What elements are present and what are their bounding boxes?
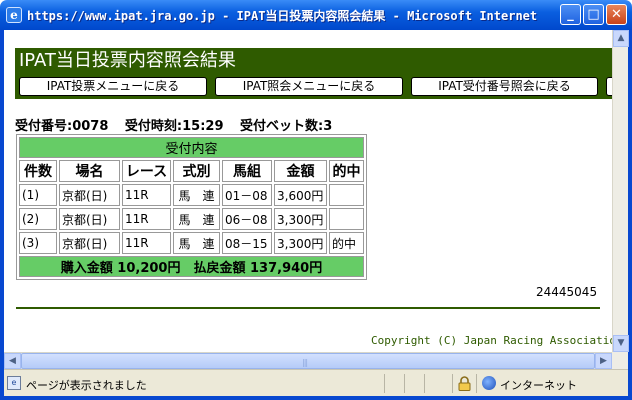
scroll-grip-icon: |||	[302, 358, 308, 367]
purchase-payout-total: 購入金額 10,200円 払戻金額 137,940円	[19, 256, 364, 277]
window-titlebar[interactable]: e https://www.ipat.jra.go.jp - IPAT当日投票内…	[0, 0, 632, 30]
scroll-down-icon[interactable]: ▼	[613, 335, 629, 352]
lock-icon	[458, 376, 471, 391]
divider	[16, 307, 600, 309]
cell-hit: 的中	[329, 232, 364, 254]
table-row: (1) 京都(日) 11R 馬 連 01－08 3,600円	[19, 184, 364, 206]
scroll-right-icon[interactable]: ▶	[595, 353, 612, 369]
col-header-venue: 場名	[59, 160, 120, 182]
receipt-summary: 受付番号:0078 受付時刻:15:29 受付ベット数:3	[15, 115, 344, 134]
status-divider	[404, 374, 405, 393]
table-row: (3) 京都(日) 11R 馬 連 08－15 3,300円 的中	[19, 232, 364, 254]
cell-hit	[329, 184, 364, 206]
maximize-button[interactable]: □	[583, 4, 604, 25]
cell-hit	[329, 208, 364, 230]
receipt-time: 受付時刻:15:29	[124, 119, 224, 134]
cell-combination: 01－08	[222, 184, 272, 206]
cell-count: (1)	[19, 184, 57, 206]
col-header-amount: 金額	[274, 160, 327, 182]
col-header-hit: 的中	[329, 160, 364, 182]
table-header-row: 件数 場名 レース 式別 馬組 金額 的中	[19, 160, 364, 182]
minimize-button[interactable]: _	[560, 4, 581, 25]
status-text: ページが表示されました	[26, 379, 147, 392]
cell-combination: 08－15	[222, 232, 272, 254]
cell-bet-type: 馬 連	[173, 232, 220, 254]
close-button[interactable]: ✕	[606, 4, 627, 25]
back-to-inquiry-menu-button[interactable]: IPAT照会メニューに戻る	[215, 77, 403, 96]
status-divider	[424, 374, 425, 393]
table-row: (2) 京都(日) 11R 馬 連 06－08 3,300円	[19, 208, 364, 230]
cell-amount: 3,600円	[274, 184, 327, 206]
cell-bet-type: 馬 連	[173, 208, 220, 230]
window-title: https://www.ipat.jra.go.jp - IPAT当日投票内容照…	[27, 8, 542, 23]
col-header-bet-type: 式別	[173, 160, 220, 182]
col-header-count: 件数	[19, 160, 57, 182]
receipt-number: 受付番号:0078	[15, 119, 109, 134]
scroll-thumb[interactable]: |||	[21, 353, 595, 369]
cell-race: 11R	[122, 232, 171, 254]
cell-race: 11R	[122, 208, 171, 230]
nav-button-bar: IPAT投票メニューに戻る IPAT照会メニューに戻る IPAT受付番号照会に戻…	[15, 73, 612, 99]
page-content: IPAT当日投票内容照会結果 IPAT投票メニューに戻る IPAT照会メニューに…	[4, 30, 612, 352]
horizontal-scrollbar[interactable]: ◀ ||| ▶	[4, 352, 612, 369]
scrollbar-corner	[612, 352, 628, 369]
vertical-scrollbar[interactable]: ▲ ▼	[612, 30, 629, 352]
cell-amount: 3,300円	[274, 232, 327, 254]
cell-combination: 06－08	[222, 208, 272, 230]
status-bar: e ページが表示されました インターネット	[4, 369, 628, 396]
scroll-up-icon[interactable]: ▲	[613, 30, 629, 47]
bet-details-table: 受付内容 件数 場名 レース 式別 馬組 金額 的中 (1) 京都(日) 11R…	[16, 134, 367, 280]
ie-icon: e	[6, 7, 22, 23]
status-divider	[476, 374, 477, 393]
cell-count: (3)	[19, 232, 57, 254]
back-to-vote-menu-button[interactable]: IPAT投票メニューに戻る	[19, 77, 207, 96]
back-to-receipt-inquiry-button[interactable]: IPAT受付番号照会に戻る	[411, 77, 598, 96]
col-header-combination: 馬組	[222, 160, 272, 182]
page-status-icon: e	[7, 376, 21, 390]
receipt-bet-count: 受付ベット数:3	[240, 119, 333, 134]
serial-number: 24445045	[536, 285, 598, 299]
page-title: IPAT当日投票内容照会結果	[15, 48, 612, 73]
cell-race: 11R	[122, 184, 171, 206]
cell-amount: 3,300円	[274, 208, 327, 230]
copyright-text: Copyright (C) Japan Racing Association.	[371, 334, 612, 347]
internet-zone-icon	[482, 376, 496, 390]
scroll-left-icon[interactable]: ◀	[4, 353, 21, 369]
status-divider	[452, 374, 453, 393]
status-divider	[384, 374, 385, 393]
col-header-race: レース	[122, 160, 171, 182]
cell-venue: 京都(日)	[59, 208, 120, 230]
window-frame-bottom	[0, 396, 632, 400]
cell-venue: 京都(日)	[59, 232, 120, 254]
table-total-row: 購入金額 10,200円 払戻金額 137,940円	[19, 256, 364, 277]
security-zone-text: インターネット	[500, 379, 577, 392]
cell-count: (2)	[19, 208, 57, 230]
cell-bet-type: 馬 連	[173, 184, 220, 206]
table-caption: 受付内容	[19, 137, 364, 158]
cell-venue: 京都(日)	[59, 184, 120, 206]
